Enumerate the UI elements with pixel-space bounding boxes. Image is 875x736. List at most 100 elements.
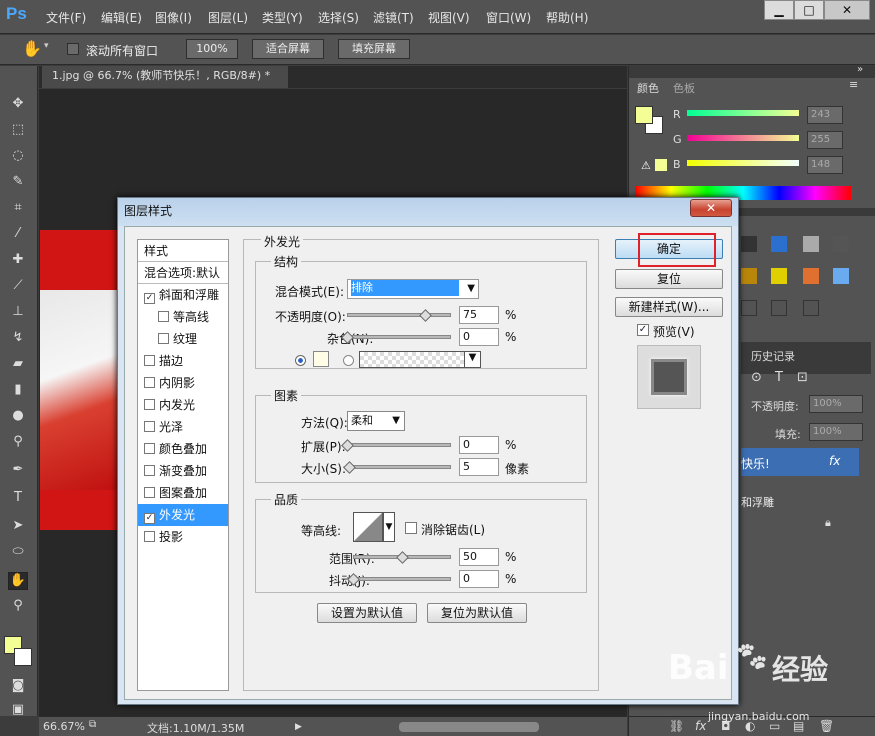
- quick-mask-icon[interactable]: ◙: [8, 678, 28, 696]
- b-slider[interactable]: [687, 160, 799, 166]
- marquee-tool-icon[interactable]: ⬚: [8, 122, 28, 140]
- menu-layer[interactable]: 图层(L): [208, 9, 248, 26]
- g-value[interactable]: 255: [807, 131, 843, 149]
- style-item-5[interactable]: 内发光: [138, 394, 228, 416]
- jitter-input[interactable]: 0: [459, 570, 499, 588]
- style-item-checkbox[interactable]: ✓: [144, 513, 155, 524]
- solid-color-radio[interactable]: [295, 355, 306, 366]
- lasso-tool-icon[interactable]: ◌: [8, 148, 28, 166]
- gradient-tool-icon[interactable]: ▮: [8, 382, 28, 400]
- healing-brush-tool-icon[interactable]: ✚: [8, 252, 28, 270]
- menu-type[interactable]: 类型(Y): [262, 9, 303, 26]
- tab-swatches[interactable]: 色板: [673, 80, 695, 96]
- style-swatch[interactable]: [741, 300, 757, 316]
- jitter-slider[interactable]: [353, 577, 451, 581]
- move-tool-icon[interactable]: ✥: [8, 96, 28, 114]
- style-item-checkbox[interactable]: [144, 421, 155, 432]
- style-swatch[interactable]: [741, 268, 757, 284]
- size-input[interactable]: 5: [459, 458, 499, 476]
- fill-value[interactable]: 100%: [809, 423, 863, 441]
- menu-view[interactable]: 视图(V): [428, 9, 470, 26]
- noise-slider[interactable]: [347, 335, 451, 339]
- background-color-swatch[interactable]: [14, 648, 32, 666]
- crop-tool-icon[interactable]: ⌗: [8, 200, 28, 218]
- panel-menu-icon[interactable]: ≡: [849, 78, 858, 91]
- menu-window[interactable]: 窗口(W): [486, 9, 531, 26]
- chevron-down-icon[interactable]: ▼: [464, 352, 480, 367]
- g-slider[interactable]: [687, 135, 799, 141]
- zoom-level[interactable]: 66.67%: [43, 720, 85, 733]
- status-menu-icon[interactable]: ▶: [295, 722, 302, 732]
- blur-tool-icon[interactable]: ●: [8, 408, 28, 426]
- tab-history[interactable]: 历史记录: [751, 348, 795, 364]
- quick-select-tool-icon[interactable]: ✎: [8, 174, 28, 192]
- screen-mode-icon[interactable]: ▣: [8, 702, 28, 720]
- close-window-button[interactable]: ✕: [824, 0, 870, 20]
- new-style-button[interactable]: 新建样式(W)...: [615, 297, 723, 317]
- method-select[interactable]: 柔和 ▼: [347, 411, 405, 431]
- scroll-all-checkbox[interactable]: [67, 43, 79, 55]
- selected-layer-row[interactable]: 快乐! fx: [741, 448, 859, 476]
- reset-default-button[interactable]: 复位为默认值: [427, 603, 527, 623]
- reset-button[interactable]: 复位: [615, 269, 723, 289]
- layer-effect-name[interactable]: 和浮雕: [741, 494, 774, 510]
- tab-color[interactable]: 颜色: [633, 80, 663, 96]
- horizontal-scrollbar[interactable]: [399, 722, 539, 732]
- type-tool-icon[interactable]: T: [8, 490, 28, 508]
- style-swatch[interactable]: [803, 268, 819, 284]
- style-item-checkbox[interactable]: [158, 333, 169, 344]
- spread-input[interactable]: 0: [459, 436, 499, 454]
- style-item-9[interactable]: 图案叠加: [138, 482, 228, 504]
- menu-image[interactable]: 图像(I): [155, 9, 192, 26]
- chevron-down-icon[interactable]: ▾: [44, 41, 49, 51]
- chevron-down-icon[interactable]: ▼: [392, 412, 400, 430]
- styles-header[interactable]: 样式: [138, 240, 228, 262]
- filter-icon[interactable]: ⊙: [751, 370, 762, 385]
- style-item-checkbox[interactable]: ✓: [144, 293, 155, 304]
- opacity-input[interactable]: 75: [459, 306, 499, 324]
- style-item-checkbox[interactable]: [144, 399, 155, 410]
- eraser-tool-icon[interactable]: ▰: [8, 356, 28, 374]
- menu-edit[interactable]: 编辑(E): [101, 9, 142, 26]
- style-item-2[interactable]: 纹理: [138, 328, 228, 350]
- style-swatch[interactable]: [771, 236, 787, 252]
- pen-tool-icon[interactable]: ✒: [8, 462, 28, 480]
- style-swatch[interactable]: [833, 236, 849, 252]
- dodge-tool-icon[interactable]: ⚲: [8, 434, 28, 452]
- fill-screen-button[interactable]: 填充屏幕: [338, 39, 410, 59]
- style-item-checkbox[interactable]: [144, 377, 155, 388]
- fit-screen-button[interactable]: 适合屏幕: [252, 39, 324, 59]
- text-filter-icon[interactable]: T: [775, 370, 783, 385]
- color-panel-foreground[interactable]: [635, 106, 653, 124]
- r-slider[interactable]: [687, 110, 799, 116]
- ellipse-tool-icon[interactable]: ⬭: [8, 544, 28, 562]
- contour-picker[interactable]: [353, 512, 383, 542]
- gamut-color-swatch[interactable]: [655, 159, 667, 171]
- style-swatch[interactable]: [741, 236, 757, 252]
- style-item-checkbox[interactable]: [158, 311, 169, 322]
- preview-checkbox[interactable]: ✓: [637, 324, 649, 336]
- size-slider[interactable]: [347, 465, 451, 469]
- minimize-button[interactable]: ▁: [764, 0, 794, 20]
- style-item-checkbox[interactable]: [144, 465, 155, 476]
- style-item-checkbox[interactable]: [144, 355, 155, 366]
- style-item-8[interactable]: 渐变叠加: [138, 460, 228, 482]
- noise-input[interactable]: 0: [459, 328, 499, 346]
- chevron-down-icon[interactable]: ▼: [383, 512, 395, 542]
- fx-icon[interactable]: fx: [829, 454, 840, 468]
- style-item-0[interactable]: ✓ 斜面和浮雕: [138, 284, 228, 306]
- style-item-11[interactable]: 投影: [138, 526, 228, 548]
- warning-icon[interactable]: ⚠: [641, 159, 651, 172]
- style-swatch[interactable]: [833, 268, 849, 284]
- menu-file[interactable]: 文件(F): [46, 9, 86, 26]
- zoom-100-button[interactable]: 100%: [186, 39, 238, 59]
- blending-options-item[interactable]: 混合选项:默认: [138, 262, 228, 284]
- blend-mode-select[interactable]: 排除 ▼: [347, 279, 479, 299]
- style-item-7[interactable]: 颜色叠加: [138, 438, 228, 460]
- style-swatch[interactable]: [771, 268, 787, 284]
- style-item-6[interactable]: 光泽: [138, 416, 228, 438]
- style-item-4[interactable]: 内阴影: [138, 372, 228, 394]
- eyedropper-tool-icon[interactable]: ⁄: [8, 226, 28, 244]
- range-input[interactable]: 50: [459, 548, 499, 566]
- antialias-checkbox[interactable]: [405, 522, 417, 534]
